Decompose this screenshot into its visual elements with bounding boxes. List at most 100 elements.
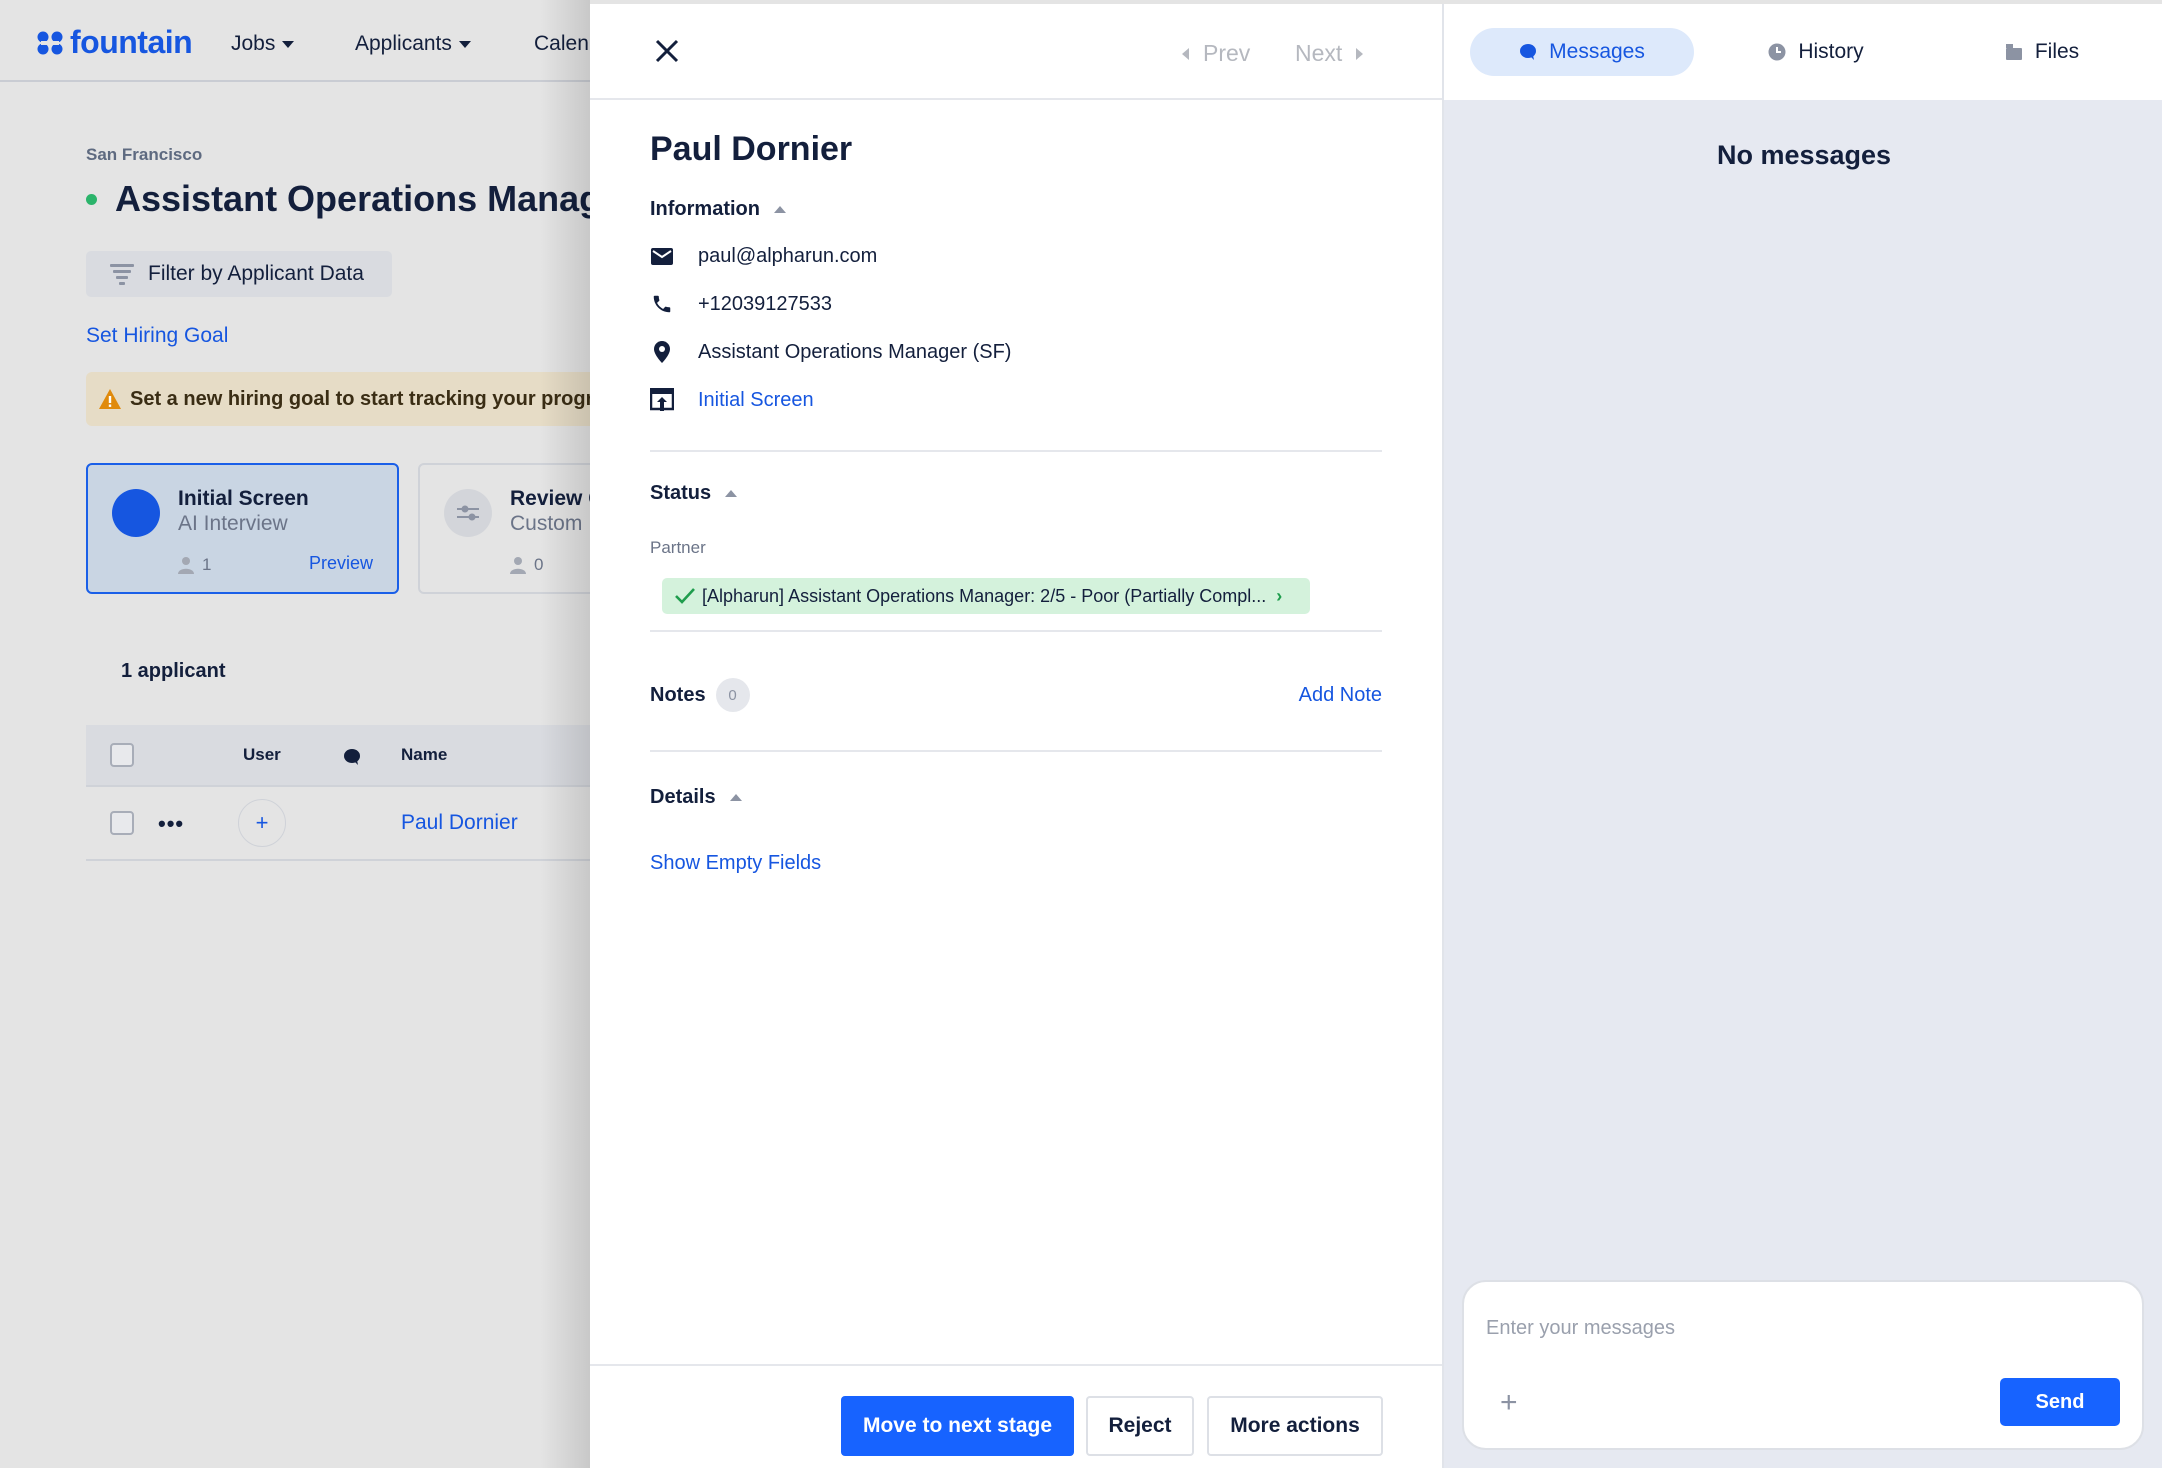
- move-to-next-stage-button[interactable]: Move to next stage: [841, 1396, 1074, 1456]
- caret-down-icon: [458, 40, 471, 48]
- nav-applicants[interactable]: Applicants: [355, 32, 471, 56]
- send-button[interactable]: Send: [2000, 1378, 2120, 1426]
- divider: [650, 630, 1382, 632]
- person-icon: [178, 557, 194, 574]
- table-row[interactable]: ••• + Paul Dornier: [86, 787, 606, 861]
- fountain-logo-icon: [37, 31, 63, 54]
- applicant-count: 1 applicant: [121, 660, 226, 682]
- applicant-drawer: Prev Next Paul Dornier Information paul@…: [590, 4, 1442, 1468]
- drawer-footer: Move to next stage Reject More actions: [590, 1364, 1442, 1468]
- warning-text: Set a new hiring goal to start tracking …: [130, 387, 594, 410]
- more-options-icon[interactable]: •••: [158, 811, 184, 837]
- column-header-user[interactable]: User: [243, 745, 281, 765]
- status-dot-icon: [86, 193, 97, 205]
- collapse-icon: [729, 794, 742, 801]
- prev-button[interactable]: Prev: [1182, 40, 1250, 67]
- notes-count-badge: 0: [715, 678, 750, 712]
- person-icon: [510, 557, 526, 574]
- tab-files-label: Files: [2034, 40, 2080, 63]
- tab-files[interactable]: Files: [1944, 28, 2140, 76]
- chevron-right-icon: [1356, 47, 1364, 60]
- location-label: San Francisco: [86, 145, 203, 164]
- stage-applicant-count: 1: [178, 555, 211, 575]
- message-input[interactable]: [1486, 1310, 2106, 1346]
- notes-section: Notes 0: [650, 678, 750, 712]
- nav-jobs[interactable]: Jobs: [231, 32, 295, 56]
- tab-messages-label: Messages: [1549, 40, 1645, 63]
- nav-jobs-label: Jobs: [231, 32, 276, 55]
- folder-icon: [2005, 44, 2022, 60]
- status-heading: Status: [650, 482, 712, 504]
- logo-text: fountain: [70, 24, 193, 60]
- table-header: User Name: [86, 725, 606, 787]
- show-empty-fields-link[interactable]: Show Empty Fields: [650, 852, 821, 875]
- filter-by-applicant-data-button[interactable]: Filter by Applicant Data: [86, 251, 392, 297]
- stage-type: AI Interview: [178, 512, 288, 535]
- column-header-name[interactable]: Name: [401, 745, 447, 765]
- nav-applicants-label: Applicants: [355, 32, 452, 55]
- close-icon[interactable]: [652, 36, 682, 66]
- stage-card-initial-screen[interactable]: Initial Screen AI Interview 1 Preview: [86, 463, 399, 594]
- position-value: Assistant Operations Manager (SF): [698, 340, 1012, 363]
- stage-applicant-count: 0: [510, 555, 543, 575]
- tab-history-label: History: [1798, 40, 1864, 63]
- applicant-name: Paul Dornier: [650, 130, 853, 168]
- details-section-toggle[interactable]: Details: [650, 786, 742, 809]
- select-all-checkbox[interactable]: [110, 743, 134, 767]
- tab-history[interactable]: History: [1718, 28, 1914, 76]
- fountain-logo[interactable]: fountain: [36, 24, 193, 61]
- reject-button[interactable]: Reject: [1086, 1396, 1194, 1456]
- email-row: paul@alpharun.com: [650, 244, 877, 268]
- stage-row: Initial Screen: [650, 388, 814, 412]
- chat-bubble-icon: [344, 749, 360, 765]
- warning-icon: [99, 389, 121, 409]
- chevron-left-icon: [1182, 47, 1189, 60]
- checkmark-icon: [675, 588, 695, 604]
- information-heading: Information: [650, 198, 760, 220]
- stage-upload-icon: [650, 388, 674, 412]
- applicant-name-link[interactable]: Paul Dornier: [401, 811, 518, 835]
- next-button[interactable]: Next: [1295, 40, 1364, 67]
- divider: [650, 450, 1382, 452]
- caret-down-icon: [282, 40, 295, 48]
- position-row: Assistant Operations Manager (SF): [650, 340, 1011, 364]
- next-label: Next: [1295, 40, 1343, 66]
- stage-name: Initial Screen: [178, 487, 309, 510]
- status-section-toggle[interactable]: Status: [650, 482, 738, 505]
- add-user-button[interactable]: +: [238, 799, 286, 847]
- information-section-toggle[interactable]: Information: [650, 198, 786, 221]
- notes-heading: Notes: [650, 683, 706, 706]
- stage-preview-link[interactable]: Preview: [309, 553, 373, 574]
- message-composer: + Send: [1462, 1280, 2144, 1450]
- empty-state-text: No messages: [1716, 140, 1892, 170]
- filter-button-label: Filter by Applicant Data: [148, 262, 364, 285]
- email-value[interactable]: paul@alpharun.com: [698, 245, 877, 268]
- drawer-header: Prev Next: [590, 4, 1442, 100]
- collapse-icon: [774, 206, 786, 213]
- partner-status-text: [Alpharun] Assistant Operations Manager:…: [702, 585, 1267, 606]
- stage-count-value: 1: [202, 555, 212, 574]
- partner-status-badge[interactable]: [Alpharun] Assistant Operations Manager:…: [662, 578, 1310, 614]
- divider: [650, 750, 1382, 752]
- stage-circle-icon: [112, 489, 160, 537]
- drawer-shadow: [540, 0, 590, 1468]
- phone-value[interactable]: +12039127533: [698, 293, 832, 316]
- phone-icon: [650, 292, 674, 316]
- prev-label: Prev: [1203, 40, 1251, 66]
- chevron-right-icon: ›: [1276, 585, 1283, 606]
- communication-panel: Messages History Files No messages + Sen…: [1442, 4, 2162, 1468]
- filter-icon: [110, 264, 134, 285]
- email-icon: [650, 244, 674, 268]
- more-actions-button[interactable]: More actions: [1207, 1396, 1383, 1456]
- chat-bubble-icon: [1520, 44, 1537, 60]
- stage-link[interactable]: Initial Screen: [698, 389, 814, 412]
- collapse-icon: [725, 490, 738, 497]
- row-checkbox[interactable]: [110, 811, 134, 835]
- attach-plus-icon[interactable]: +: [1500, 1386, 1518, 1420]
- add-note-link[interactable]: Add Note: [1299, 684, 1382, 707]
- phone-row: +12039127533: [650, 292, 832, 316]
- sliders-icon: [444, 489, 492, 537]
- set-hiring-goal-link[interactable]: Set Hiring Goal: [86, 324, 228, 348]
- clock-icon: [1768, 43, 1786, 61]
- tab-messages[interactable]: Messages: [1470, 28, 1694, 76]
